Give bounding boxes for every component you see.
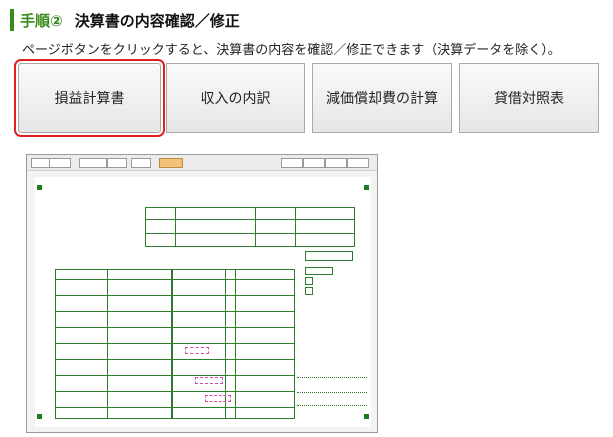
step-label: 手順② — [20, 11, 63, 30]
income-table-graphic — [55, 269, 295, 419]
form-line — [55, 407, 295, 408]
preview-toolbar-button — [131, 158, 151, 168]
registration-mark — [37, 414, 42, 419]
highlight-marker — [195, 377, 223, 384]
form-line — [295, 207, 296, 247]
form-box — [305, 287, 313, 295]
form-line — [175, 207, 176, 247]
form-line — [55, 375, 295, 376]
registration-mark — [364, 185, 369, 190]
preview-toolbar-button — [325, 158, 347, 168]
preview-toolbar-button-active — [159, 158, 183, 168]
form-box — [305, 267, 333, 275]
preview-toolbar-button — [281, 158, 303, 168]
form-preview-thumbnail — [26, 154, 378, 433]
form-line — [55, 327, 295, 328]
footnote-graphic — [297, 392, 367, 394]
form-line — [145, 219, 355, 220]
preview-toolbar-button — [303, 158, 325, 168]
form-line — [171, 269, 173, 419]
highlight-marker — [185, 347, 209, 354]
form-box — [305, 277, 313, 285]
preview-toolbar-button — [31, 158, 51, 168]
balance-sheet-button[interactable]: 貸借対照表 — [459, 63, 599, 133]
footnote-graphic — [297, 405, 367, 407]
taxpayer-info-box — [145, 207, 355, 247]
step-header: 手順② 決算書の内容確認／修正 — [10, 9, 240, 31]
form-line — [55, 391, 295, 392]
income-breakdown-button[interactable]: 収入の内訳 — [166, 63, 305, 133]
form-line — [55, 279, 295, 280]
form-line — [107, 269, 108, 419]
step-title: 決算書の内容確認／修正 — [74, 11, 240, 30]
form-sheet — [35, 177, 371, 427]
form-line — [145, 233, 355, 234]
form-line — [235, 269, 236, 419]
instruction-text: ページボタンをクリックすると、決算書の内容を確認／修正できます（決算データを除く… — [22, 43, 561, 58]
preview-toolbar-button — [79, 158, 107, 168]
registration-mark — [364, 414, 369, 419]
preview-toolbar-button — [347, 158, 369, 168]
preview-toolbar — [27, 155, 377, 171]
form-line — [255, 207, 256, 247]
preview-toolbar-button — [107, 158, 127, 168]
income-statement-button[interactable]: 損益計算書 — [14, 59, 165, 137]
step-accent-bar — [10, 9, 14, 31]
form-line — [55, 311, 295, 312]
preview-toolbar-button — [49, 158, 71, 168]
form-line — [55, 343, 295, 344]
form-line — [55, 359, 295, 360]
form-box — [305, 251, 353, 261]
footnote-graphic — [297, 377, 367, 379]
form-line — [55, 295, 295, 296]
registration-mark — [37, 185, 42, 190]
highlight-marker — [205, 395, 231, 402]
depreciation-calc-button[interactable]: 減価償却費の計算 — [312, 63, 452, 133]
